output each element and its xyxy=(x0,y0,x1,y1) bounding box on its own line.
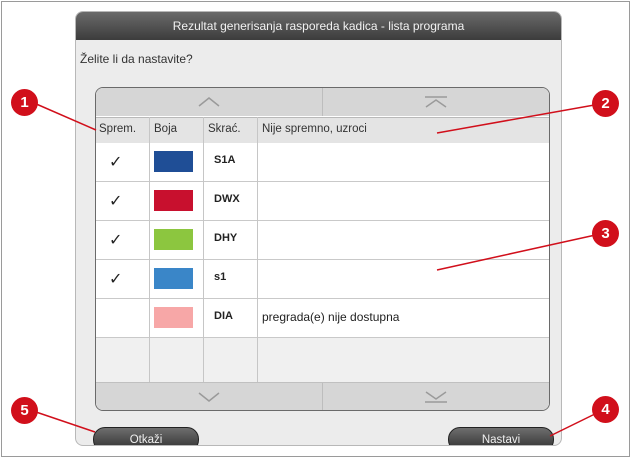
callout-4: 4 xyxy=(592,396,619,423)
callout-5: 5 xyxy=(11,397,38,424)
callout-lines xyxy=(33,102,602,437)
callout-2: 2 xyxy=(592,90,619,117)
callout-1: 1 xyxy=(11,89,38,116)
callout-3: 3 xyxy=(592,220,619,247)
